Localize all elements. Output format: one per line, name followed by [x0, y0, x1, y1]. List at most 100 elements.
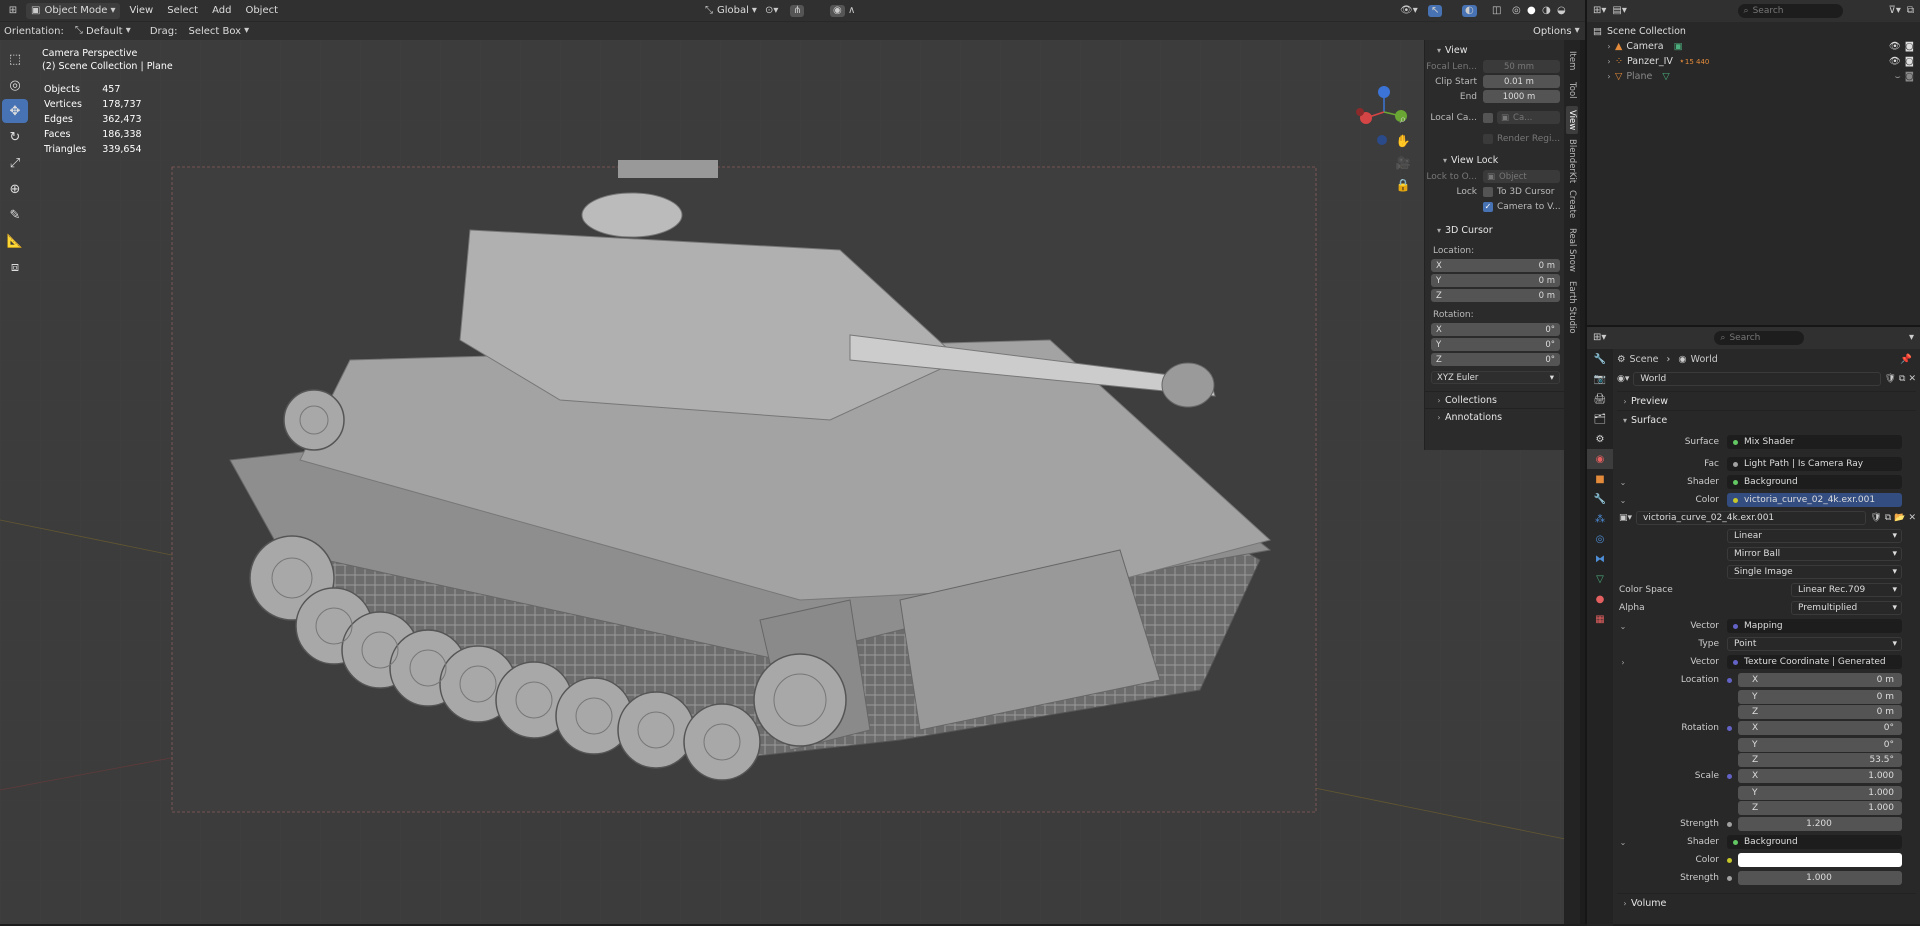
shader-field[interactable]: Background	[1727, 475, 1902, 489]
menu-select[interactable]: Select	[162, 3, 203, 19]
scale-icon[interactable]: ⤢	[2, 151, 28, 175]
texture-tab-icon[interactable]: ▦	[1587, 609, 1613, 629]
display-mode-icon[interactable]: ▤▾	[1612, 6, 1626, 16]
cursor-icon[interactable]: ◎	[2, 73, 28, 97]
falloff-icon[interactable]: ∧	[848, 5, 855, 16]
outliner-item-plane[interactable]: › ▽ Plane ▽ ⌣ ◙	[1587, 69, 1920, 84]
mapping-type-dropdown[interactable]: Point ▾	[1727, 637, 1902, 651]
eye-icon[interactable]: 👁	[1889, 41, 1901, 52]
snap-icon[interactable]: ⋔	[790, 4, 805, 17]
outliner-item-camera[interactable]: › ▲ Camera ▣ 👁 ◙	[1587, 39, 1920, 54]
view-layer-tab-icon[interactable]: 🗂	[1587, 409, 1613, 429]
scale-y-field[interactable]: Y 1.000	[1738, 785, 1902, 800]
proportional-edit-icon[interactable]: ◉	[830, 4, 845, 17]
menu-add[interactable]: Add	[207, 3, 236, 19]
physics-tab-icon[interactable]: ◎	[1587, 529, 1613, 549]
fac-field[interactable]: Light Path | Is Camera Ray	[1727, 457, 1902, 471]
3d-viewport[interactable]: ⬚ ◎ ✥ ↻ ⤢ ⊕ ✎ 📐 ⧈ Camera Perspective (2)…	[0, 40, 1570, 924]
lock-icon[interactable]: 🔒	[1390, 174, 1416, 196]
unlink-icon[interactable]: ✕	[1908, 513, 1916, 523]
tab-view[interactable]: View	[1566, 106, 1578, 134]
preview-panel-header[interactable]: › Preview	[1617, 391, 1916, 410]
cursor-rot-z[interactable]: Z 0°	[1425, 352, 1564, 367]
local-camera-field[interactable]: ▣ Ca...	[1497, 111, 1560, 124]
scale-x-field[interactable]: X 1.000	[1738, 769, 1902, 783]
render-camera-icon[interactable]: ◙	[1905, 56, 1914, 67]
tab-real-snow[interactable]: Real Snow	[1566, 226, 1578, 274]
view-lock-header[interactable]: ▾ View Lock	[1425, 152, 1564, 169]
camera-to-view-checkbox[interactable]: ✓	[1483, 201, 1493, 212]
pin-icon[interactable]: 📌	[1900, 354, 1912, 365]
color-texture-field[interactable]: victoria_curve_02_4k.exr.001	[1727, 493, 1902, 507]
3d-cursor-header[interactable]: ▾ 3D Cursor	[1425, 222, 1564, 239]
lock-to-cursor-checkbox[interactable]	[1483, 186, 1493, 197]
outliner-search[interactable]: ⌕ Search	[1737, 4, 1843, 18]
pivot-icon[interactable]: ⊙▾	[765, 5, 778, 16]
tab-item[interactable]: Item	[1566, 48, 1578, 74]
shading-material-icon[interactable]: ◑	[1542, 5, 1551, 16]
unlink-icon[interactable]: ✕	[1908, 374, 1916, 384]
chevron-down-icon[interactable]: ⌄	[1617, 478, 1629, 487]
pan-hand-icon[interactable]: ✋	[1390, 130, 1416, 152]
material-tab-icon[interactable]: ●	[1587, 589, 1613, 609]
strength-field[interactable]: 1.200	[1738, 817, 1902, 831]
cursor-loc-z[interactable]: Z0 m	[1425, 288, 1564, 303]
drag-dropdown[interactable]: Select Box ▾	[183, 23, 254, 39]
cursor-rot-x[interactable]: X 0°	[1425, 322, 1564, 337]
location-z-field[interactable]: Z0 m	[1738, 704, 1902, 719]
move-icon[interactable]: ✥	[2, 99, 28, 123]
overlays-icon[interactable]: ◐	[1462, 4, 1477, 17]
tool-tab-icon[interactable]: 🔧	[1587, 349, 1613, 369]
vector-field[interactable]: Mapping	[1727, 619, 1902, 633]
view-panel-header[interactable]: ▾ View	[1425, 42, 1564, 59]
editor-type-icon[interactable]: ⊞▾	[1593, 333, 1606, 343]
duplicate-icon[interactable]: ⧉	[1899, 374, 1905, 384]
editor-type-icon[interactable]: ⊞▾	[1593, 6, 1606, 16]
chevron-down-icon[interactable]: ⌄	[1617, 838, 1629, 847]
options-dropdown[interactable]: Options ▾	[1528, 23, 1585, 39]
scene-tab-icon[interactable]: ⚙	[1587, 429, 1613, 449]
filter-icon[interactable]: ⊽▾	[1889, 6, 1901, 16]
new-collection-icon[interactable]: ⧉	[1907, 6, 1914, 16]
measure-icon[interactable]: 📐	[2, 229, 28, 253]
menu-view[interactable]: View	[124, 3, 158, 19]
chevron-down-icon[interactable]: ⌄	[1617, 496, 1629, 505]
xray-icon[interactable]: ◫	[1492, 5, 1501, 16]
mode-dropdown[interactable]: ▣ Object Mode ▾	[26, 2, 121, 19]
strength2-field[interactable]: 1.000	[1738, 871, 1902, 885]
cursor-rot-y[interactable]: Y 0°	[1425, 337, 1564, 352]
chevron-down-icon[interactable]: ▾	[1909, 333, 1914, 343]
add-cube-icon[interactable]: ⧈	[2, 255, 28, 279]
collections-header[interactable]: › Collections	[1425, 391, 1564, 408]
scale-z-field[interactable]: Z 1.000	[1738, 800, 1902, 815]
local-camera-checkbox[interactable]	[1483, 112, 1493, 123]
gizmo-icon[interactable]: ↖	[1428, 4, 1443, 17]
source-dropdown[interactable]: Single Image ▾	[1727, 565, 1902, 579]
editor-type-icon[interactable]: ⊞	[4, 5, 22, 16]
transform-orientation-dropdown[interactable]: ⤡ Global ▾	[700, 3, 762, 19]
open-file-icon[interactable]: 📂	[1894, 513, 1905, 523]
orientation-dropdown[interactable]: ⤡ Default ▾	[70, 23, 136, 39]
shader2-field[interactable]: Background	[1727, 835, 1902, 849]
interpolation-dropdown[interactable]: Linear ▾	[1727, 529, 1902, 543]
tab-earth-studio[interactable]: Earth Studio	[1566, 278, 1578, 336]
constraints-tab-icon[interactable]: ⧓	[1587, 549, 1613, 569]
render-tab-icon[interactable]: 📷	[1587, 369, 1613, 389]
scene-collection-row[interactable]: ▤ Scene Collection	[1587, 24, 1920, 39]
duplicate-icon[interactable]: ⧉	[1885, 513, 1891, 523]
modifiers-tab-icon[interactable]: 🔧	[1587, 489, 1613, 509]
tab-create[interactable]: Create	[1566, 186, 1578, 222]
chevron-down-icon[interactable]: ⌄	[1617, 622, 1629, 631]
projection-dropdown[interactable]: Mirror Ball ▾	[1727, 547, 1902, 561]
world-name-field[interactable]: World	[1633, 372, 1881, 386]
camera-view-icon[interactable]: 🎥	[1390, 152, 1416, 174]
zoom-icon[interactable]: ⌕	[1390, 108, 1416, 130]
properties-search[interactable]: ⌕ Search	[1714, 331, 1805, 345]
world-tab-icon[interactable]: ◉	[1587, 449, 1613, 469]
volume-panel-header[interactable]: › Volume	[1617, 893, 1916, 912]
tab-blenderkit[interactable]: BlenderKit	[1566, 139, 1578, 183]
alpha-dropdown[interactable]: Premultiplied ▾	[1791, 601, 1902, 615]
rotate-icon[interactable]: ↻	[2, 125, 28, 149]
focal-length-field[interactable]: 50 mm	[1483, 60, 1560, 73]
eye-icon[interactable]: 👁	[1889, 56, 1901, 67]
